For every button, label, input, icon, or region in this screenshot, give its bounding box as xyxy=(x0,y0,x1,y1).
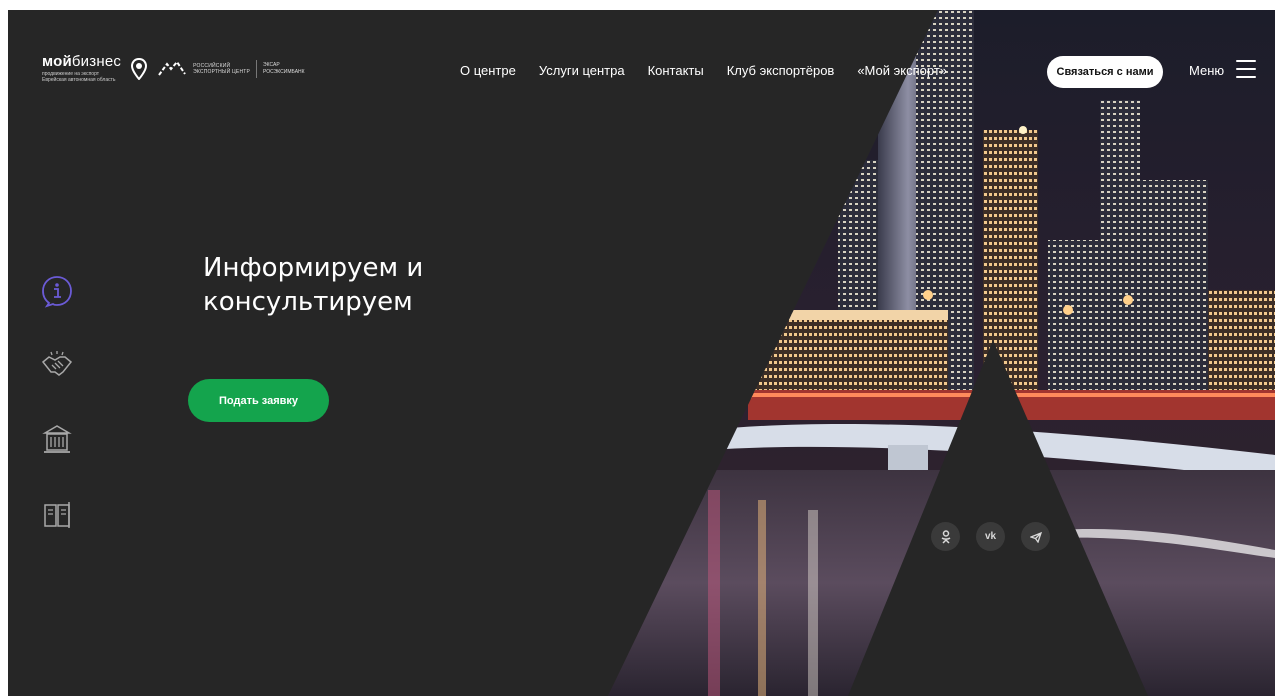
nav-services[interactable]: Услуги центра xyxy=(539,63,625,78)
logo-divider xyxy=(256,59,258,78)
logo-prefix: мой xyxy=(42,53,72,70)
main-nav: О центре Услуги центра Контакты Клуб экс… xyxy=(460,63,947,78)
location-pin-icon xyxy=(131,57,148,80)
hero-city-image xyxy=(608,10,1275,696)
rec-line-2: ЭКСПОРТНЫЙ ЦЕНТР xyxy=(193,68,251,75)
handshake-icon[interactable] xyxy=(40,348,74,382)
logo-wordmark: мойбизнес xyxy=(42,54,121,69)
logo-suffix: бизнес xyxy=(71,53,122,70)
rec-mark-icon xyxy=(158,59,186,76)
brand-logo[interactable]: мойбизнес продвижение на экспорт Еврейск… xyxy=(42,54,305,83)
hamburger-menu-icon[interactable] xyxy=(1236,60,1256,78)
page-frame: мойбизнес продвижение на экспорт Еврейск… xyxy=(8,10,1275,696)
menu-label[interactable]: Меню xyxy=(1189,63,1224,78)
vk-glyph: vk xyxy=(984,531,997,542)
nav-about[interactable]: О центре xyxy=(460,63,516,78)
odnoklassniki-icon[interactable] xyxy=(931,522,960,551)
building-icon[interactable] xyxy=(40,422,74,456)
info-icon[interactable] xyxy=(40,274,74,308)
hero-title: Информируем и консультируем xyxy=(203,253,424,317)
apply-button[interactable]: Подать заявку xyxy=(188,379,329,422)
vk-icon[interactable]: vk xyxy=(976,522,1005,551)
book-icon[interactable] xyxy=(40,498,74,532)
exiar-line-1: ЭКСАР xyxy=(263,61,280,68)
rec-logo: РОССИЙСКИЙ ЭКСПОРТНЫЙ ЦЕНТР ЭКСАР РОСЭКС… xyxy=(157,59,305,78)
telegram-icon[interactable] xyxy=(1021,522,1050,551)
exiar-line-2: РОСЭКСИМБАНК xyxy=(263,68,305,75)
moy-biznes-logo: мойбизнес продвижение на экспорт Еврейск… xyxy=(42,54,121,83)
nav-my-export[interactable]: «Мой экспорт» xyxy=(857,63,947,78)
nav-exporters-club[interactable]: Клуб экспортёров xyxy=(727,63,835,78)
nav-contacts[interactable]: Контакты xyxy=(648,63,704,78)
contact-us-button[interactable]: Связаться с нами xyxy=(1047,56,1163,88)
logo-sub-2: Еврейская автономная область xyxy=(42,77,116,83)
